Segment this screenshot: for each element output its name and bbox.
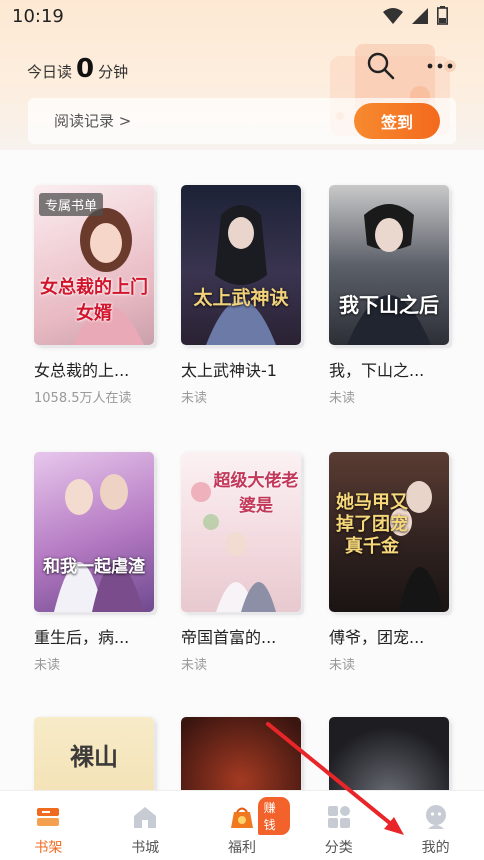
status-bar: 10:19 (0, 0, 484, 34)
cover-title: 超级大佬老婆是 (213, 471, 299, 516)
category-grid-icon (327, 806, 350, 828)
reading-minutes: 0 (76, 54, 95, 84)
earn-money-badge: 赚钱 (257, 797, 291, 835)
book-item[interactable]: 她马甲又掉了团宠真千金 傅爷，团宠... 未读 (329, 452, 459, 673)
nav-label: 我的 (421, 840, 450, 856)
book-cover[interactable]: 专属书单 女总裁的上门女婿 (34, 185, 154, 345)
history-bar: 阅读记录 > 签到 (28, 98, 456, 144)
nav-profile[interactable]: 我的 (387, 791, 484, 860)
book-cover[interactable]: 我下山之后 (329, 185, 449, 345)
reading-suffix: 分钟 (98, 63, 129, 81)
cover-title: 太上武神诀 (193, 287, 289, 309)
book-title: 重生后，病... (34, 628, 130, 647)
status-icons (383, 6, 448, 25)
book-cover[interactable]: 她马甲又掉了团宠真千金 (329, 452, 449, 612)
book-status: 未读 (181, 658, 208, 673)
book-item[interactable]: 和我一起虐渣 重生后，病... 未读 (34, 452, 164, 673)
exclusive-list-badge: 专属书单 (39, 193, 104, 216)
book-item[interactable]: 专属书单 女总裁的上门女婿 女总裁的上... 1058.5万人在读 (34, 185, 164, 406)
book-item[interactable]: 我下山之后 我，下山之... 未读 (329, 185, 459, 406)
book-title: 傅爷，团宠... (329, 628, 425, 647)
bookstore-icon (134, 807, 157, 828)
nav-label: 福利 (227, 840, 256, 856)
cover-art (54, 474, 144, 612)
bookshelf-icon (37, 808, 60, 826)
reading-prefix: 今日读 (27, 63, 73, 81)
book-cover[interactable]: 和我一起虐渣 (34, 452, 154, 612)
cover-title: 和我一起虐渣 (43, 557, 145, 577)
reading-history-link[interactable]: 阅读记录 > (54, 110, 131, 131)
book-cover[interactable]: 太上武神诀 (181, 185, 301, 345)
wifi-icon (383, 7, 403, 24)
today-reading-time: 今日读 0 分钟 (27, 54, 128, 84)
nav-label: 分类 (324, 840, 353, 856)
cover-title: 我下山之后 (339, 293, 439, 317)
nav-label: 书城 (131, 840, 160, 856)
bookshelf: 专属书单 女总裁的上门女婿 女总裁的上... 1058.5万人在读 太上武神诀 … (0, 150, 484, 860)
cover-title: 裸山 (70, 743, 118, 771)
book-title: 太上武神诀-1 (181, 361, 277, 380)
signal-icon (412, 7, 428, 24)
search-icon[interactable] (365, 50, 397, 82)
battery-icon (437, 6, 448, 25)
header: 10:19 今日读 0 分钟 阅读记录 > 签到 (0, 0, 484, 150)
gift-bag-icon (230, 807, 253, 828)
bottom-nav: 书架 书城 赚钱 福利 分类 我的 (0, 790, 484, 860)
book-title: 我，下山之... (329, 361, 425, 380)
signin-button[interactable]: 签到 (354, 103, 440, 139)
nav-bookshelf[interactable]: 书架 (0, 791, 97, 860)
nav-welfare[interactable]: 赚钱 福利 (194, 791, 291, 860)
cover-art (347, 204, 431, 345)
cover-title: 她马甲又掉了团宠真千金 (336, 492, 408, 557)
nav-bookstore[interactable]: 书城 (97, 791, 194, 860)
book-status: 1058.5万人在读 (34, 391, 132, 406)
book-status: 未读 (181, 391, 208, 406)
book-title: 女总裁的上... (34, 361, 130, 380)
book-title: 帝国首富的... (181, 628, 277, 647)
book-cover[interactable]: 超级大佬老婆是 (181, 452, 301, 612)
book-status: 未读 (34, 658, 61, 673)
book-status: 未读 (329, 658, 356, 673)
cover-title: 女总裁的上门女婿 (40, 277, 148, 324)
more-icon[interactable] (425, 54, 455, 78)
book-item[interactable]: 超级大佬老婆是 帝国首富的... 未读 (181, 452, 311, 673)
book-item[interactable]: 太上武神诀 太上武神诀-1 未读 (181, 185, 311, 406)
book-status: 未读 (329, 391, 356, 406)
nav-category[interactable]: 分类 (290, 791, 387, 860)
profile-icon (425, 805, 446, 829)
status-time: 10:19 (12, 6, 64, 27)
cover-art (206, 205, 276, 345)
nav-label: 书架 (34, 840, 63, 856)
